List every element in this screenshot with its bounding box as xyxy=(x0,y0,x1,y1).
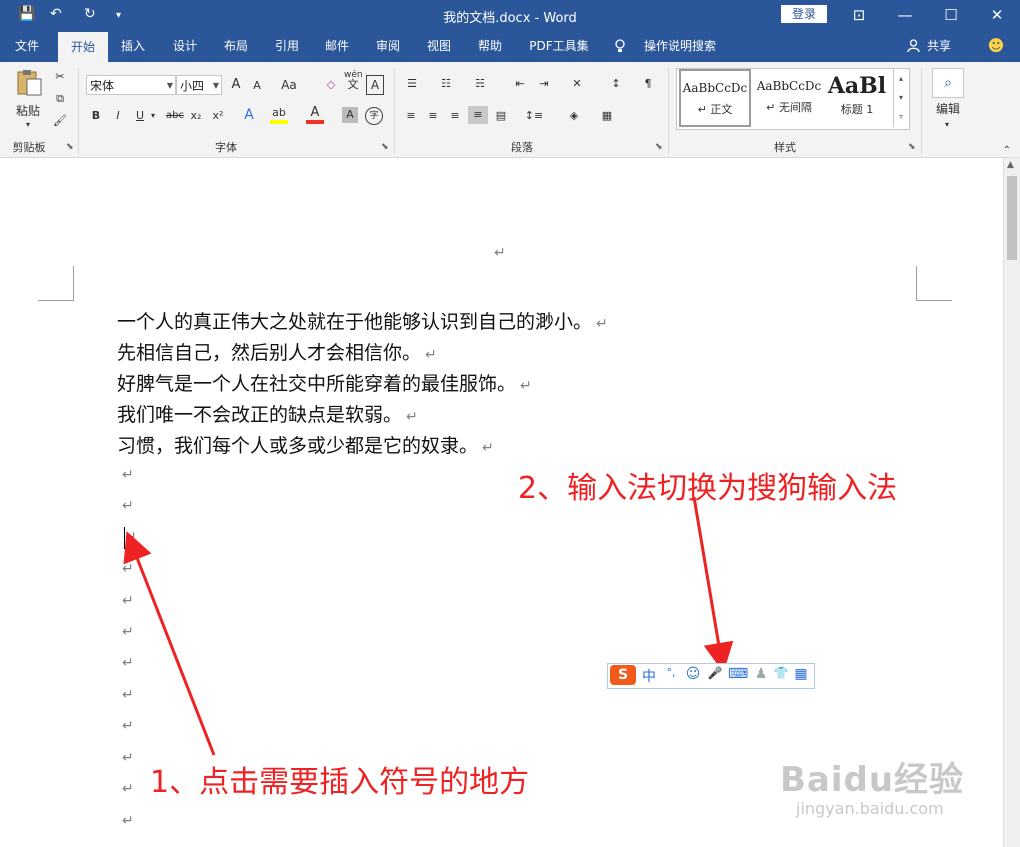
watermark-url: jingyan.baidu.com xyxy=(796,799,944,818)
sogou-logo-icon[interactable]: S xyxy=(610,665,636,685)
annotation-step2: 2、输入法切换为搜狗输入法 xyxy=(518,471,898,506)
baidu-watermark: Baidu经验 jingyan.baidu.com xyxy=(780,752,964,818)
user-icon[interactable]: ♟ xyxy=(752,666,770,682)
punctuation-icon[interactable]: °, xyxy=(662,666,680,679)
skin-icon[interactable]: 👕 xyxy=(772,666,790,680)
annotation-arrows xyxy=(123,496,734,756)
soft-keyboard-icon[interactable]: ⌨ xyxy=(728,666,748,682)
ime-mode-toggle[interactable]: 中 xyxy=(640,666,658,686)
sogou-ime-toolbar: S 中 °, ☺ 🎤 ⌨ ♟ 👕 ▦ xyxy=(607,663,815,689)
toolbox-icon[interactable]: ▦ xyxy=(792,666,810,682)
annotation-step1: 1、点击需要插入符号的地方 xyxy=(150,765,530,800)
arrow-to-cursor xyxy=(123,531,216,756)
arrow-to-ime xyxy=(692,496,734,673)
emoji-icon[interactable]: ☺ xyxy=(684,666,702,682)
watermark-brand: Baidu经验 xyxy=(780,760,965,800)
voice-icon[interactable]: 🎤 xyxy=(706,666,724,680)
